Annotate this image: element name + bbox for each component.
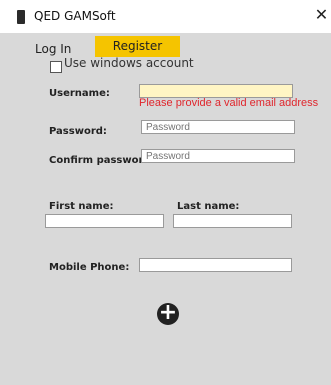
username-error: Please provide a valid email address <box>139 97 319 109</box>
windows-account-checkbox[interactable] <box>50 61 62 73</box>
first-name-label: First name: <box>49 201 114 212</box>
username-input[interactable] <box>139 84 293 98</box>
windows-account-label: Use windows account <box>64 56 194 70</box>
tab-login[interactable]: Log In <box>35 42 71 56</box>
last-name-label: Last name: <box>177 201 240 212</box>
tab-register[interactable]: Register <box>95 36 180 57</box>
username-label: Username: <box>49 88 110 99</box>
password-label: Password: <box>49 126 107 137</box>
confirm-password-input[interactable] <box>141 149 295 163</box>
first-name-input[interactable] <box>45 214 164 228</box>
app-icon <box>17 10 25 24</box>
window-title: QED GAMSoft <box>34 9 116 23</box>
mobile-phone-input[interactable] <box>139 258 292 272</box>
confirm-password-label: Confirm password: <box>49 155 155 166</box>
last-name-input[interactable] <box>173 214 292 228</box>
password-input[interactable] <box>141 120 295 134</box>
plus-circle-icon: + <box>158 300 178 325</box>
mobile-phone-label: Mobile Phone: <box>49 262 130 273</box>
close-button[interactable]: ✕ <box>312 5 331 25</box>
add-button[interactable]: + <box>157 300 179 325</box>
